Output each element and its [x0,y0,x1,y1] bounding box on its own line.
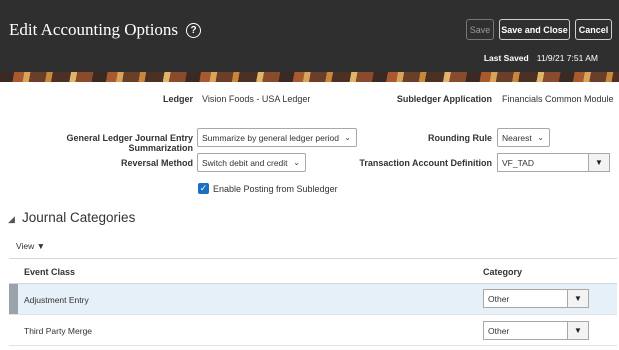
gl-summarization-label: General Ledger Journal Entry Summarizati… [66,133,193,153]
ledger-value: Vision Foods - USA Ledger [202,94,311,104]
save-and-close-button[interactable]: Save and Close [499,19,570,40]
reversal-method-select[interactable]: Switch debit and credit ⌄ [197,153,306,172]
category-select[interactable]: Other ▼ [483,321,589,340]
section-title: Journal Categories [22,210,136,225]
page-header: Edit Accounting Options ? Save Save and … [0,0,619,72]
gl-summarization-value: Summarize by general ledger period [202,132,340,143]
event-class-cell: Adjustment Entry [24,295,89,305]
table-row[interactable]: Adjustment Entry Other ▼ [9,284,617,315]
cancel-button[interactable]: Cancel [575,19,612,40]
row-selection-marker [9,284,18,314]
page-title: Edit Accounting Options [9,20,179,39]
dropdown-arrow-icon[interactable]: ▼ [567,322,588,339]
tad-select[interactable]: VF_TAD ▼ [497,153,610,172]
column-header-category: Category [483,267,523,277]
category-select[interactable]: Other ▼ [483,289,589,308]
category-value: Other [488,293,510,304]
view-menu-label: View [16,241,35,251]
tad-value: VF_TAD [502,157,534,168]
view-menu[interactable]: View ▼ [16,241,45,251]
chevron-down-icon: ⌄ [293,158,300,167]
ledger-label: Ledger [162,94,193,104]
save-button[interactable]: Save [466,19,494,40]
enable-posting-label: Enable Posting from Subledger [213,184,338,194]
last-saved: Last Saved 11/9/21 7:51 AM [484,53,598,63]
subledger-application-value: Financials Common Module [502,94,614,104]
gl-summarization-select[interactable]: Summarize by general ledger period ⌄ [197,128,357,147]
last-saved-label: Last Saved [483,53,529,63]
decorative-banner [0,72,619,82]
last-saved-value: 11/9/21 7:51 AM [536,53,598,63]
chevron-down-icon: ⌄ [537,133,544,142]
table-row[interactable]: Third Party Merge Other ▼ [9,315,617,346]
dropdown-arrow-icon[interactable]: ▼ [567,290,588,307]
column-header-event-class: Event Class [24,267,76,277]
caret-down-icon: ▼ [36,241,46,251]
rounding-rule-select[interactable]: Nearest ⌄ [497,128,550,147]
dropdown-arrow-icon[interactable]: ▼ [588,154,609,171]
rounding-rule-label: Rounding Rule [428,133,492,143]
enable-posting-checkbox[interactable]: ✓ [198,183,209,194]
table-header-row: Event Class Category [9,258,617,284]
event-class-cell: Third Party Merge [24,326,93,336]
tad-label: Transaction Account Definition [359,158,492,168]
collapse-triangle-icon[interactable]: ◢ [8,214,15,225]
reversal-method-value: Switch debit and credit [202,157,288,168]
title-wrap: Edit Accounting Options ? [9,20,202,40]
rounding-rule-value: Nearest [502,132,532,143]
reversal-method-label: Reversal Method [120,158,193,168]
chevron-down-icon: ⌄ [344,133,351,142]
help-icon[interactable]: ? [186,22,202,38]
category-value: Other [488,325,510,336]
subledger-application-label: Subledger Application [396,94,492,104]
